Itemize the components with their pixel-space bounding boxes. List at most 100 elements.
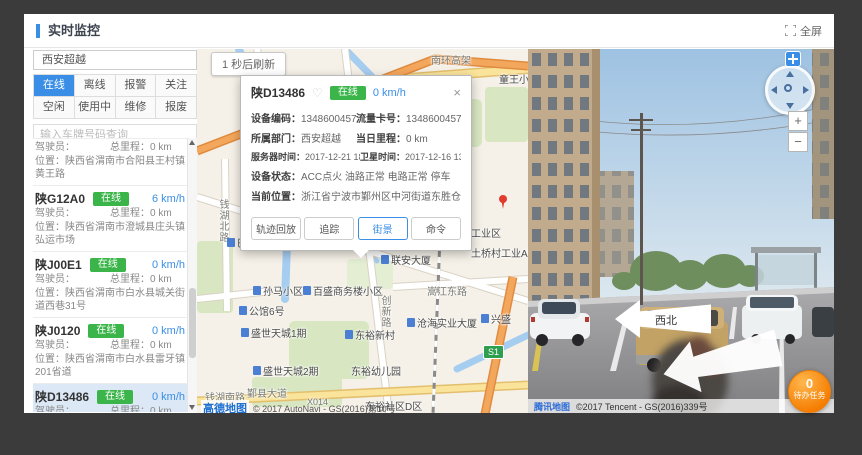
scrollbar-thumb[interactable] [189, 288, 196, 358]
map-label: 盛世天城1期 [241, 325, 307, 340]
building-icon [345, 330, 353, 339]
popup-status-badge: 在线 [330, 86, 366, 100]
zoom-out-button[interactable]: − [788, 132, 808, 152]
dark-car [812, 307, 834, 337]
org-select[interactable]: 西安超越 [33, 50, 197, 70]
tab-online[interactable]: 在线 [34, 75, 75, 97]
compass-control[interactable] [765, 65, 815, 115]
vehicle-list-item[interactable]: 陕G12A0 在线 6 km/h 驾驶员： 总里程：0 km 位置：陕西省渭南市… [33, 186, 197, 252]
vehicle-speed: 0 km/h [152, 259, 185, 271]
field-value: 2017-12-21 18:26:11 [305, 152, 360, 162]
favorite-heart-icon[interactable]: ♡ [312, 86, 323, 100]
status-badge: 在线 [90, 258, 126, 272]
scroll-up-icon[interactable] [189, 140, 195, 145]
field-key: 所属部门： [251, 134, 301, 145]
tab-alarm[interactable]: 报警 [116, 75, 157, 97]
vehicle-list-item[interactable]: 驾驶员： 总里程：0 km 位置：陕西省渭南市合阳县王村镇黄王路 [33, 139, 197, 186]
building-icon [253, 366, 261, 375]
vehicle-plate: 陕J0120 [35, 322, 80, 339]
location-label: 位置： [35, 222, 65, 233]
vehicle-speed: 6 km/h [152, 193, 185, 205]
map-label: 孙马小区 [253, 283, 303, 298]
tab-idle[interactable]: 空闲 [34, 97, 75, 119]
driver-label: 驾驶员： [35, 208, 75, 219]
status-badge: 在线 [93, 192, 129, 206]
pan-down-icon[interactable] [786, 103, 794, 109]
field-key: 服务器时间： [251, 152, 305, 162]
list-scrollbar[interactable] [187, 138, 197, 412]
mileage-label: 总里程： [110, 340, 150, 351]
status-badge: 在线 [97, 390, 133, 404]
mileage-label: 总里程： [110, 142, 150, 153]
compass-center-icon[interactable] [784, 84, 792, 92]
tab-scrapped[interactable]: 报废 [156, 97, 197, 119]
zoom-in-button[interactable]: + [788, 111, 808, 131]
pan-right-icon[interactable] [803, 86, 809, 94]
map-label: 东裕新村 [345, 327, 395, 342]
map-label: 联安大厦 [381, 252, 431, 267]
mileage-label: 总里程： [110, 274, 150, 285]
popup-plate: 陕D13486 [251, 84, 305, 101]
map-attribution: 高德地图 © 2017 AutoNavi - GS(2016)第10号 [201, 400, 396, 413]
status-badge: 在线 [88, 324, 124, 338]
pending-tasks-count: 0 [789, 377, 830, 391]
pan-mode-button[interactable] [785, 51, 801, 67]
tab-offline[interactable]: 离线 [75, 75, 116, 97]
building-icon [241, 328, 249, 337]
trace-button[interactable]: 追踪 [304, 217, 354, 240]
scroll-down-icon[interactable] [189, 405, 195, 410]
vehicle-sidebar: 西安超越 在线 离线 报警 关注 空闲 使用中 维修 报废 驾驶员： 总里程：0… [33, 50, 197, 412]
building-icon [381, 255, 389, 264]
app-window: 实时监控 全屏 西安超越 在线 离线 报警 关注 空闲 使用中 维修 报废 [24, 14, 834, 413]
pan-left-icon[interactable] [771, 86, 777, 94]
mileage-value: 0 km [150, 142, 172, 153]
map-label: 公馆6号 [239, 303, 285, 318]
pan-up-icon[interactable] [786, 71, 794, 77]
streetview-copyright: ©2017 Tencent - GS(2016)339号 [576, 400, 708, 413]
vehicle-list: 驾驶员： 总里程：0 km 位置：陕西省渭南市合阳县王村镇黄王路 陕G12A0 … [33, 138, 197, 412]
map-label: 百盛商务楼小区 [303, 283, 383, 298]
streetview-panel[interactable]: 西北 + − 腾讯地图 ©2017 Tencent - GS(2016)339号 [528, 49, 834, 413]
fullscreen-button[interactable]: 全屏 [785, 23, 822, 39]
content-area: 西安超越 在线 离线 报警 关注 空闲 使用中 维修 报废 驾驶员： 总里程：0… [24, 49, 834, 413]
refresh-countdown-button[interactable]: 1 秒后刷新 [211, 52, 286, 76]
building-icon [481, 314, 489, 323]
popup-speed: 0 km/h [373, 87, 406, 99]
building-icon [253, 286, 261, 295]
map-label: 童王小区东苑 [499, 71, 528, 86]
pending-tasks-label: 待办任务 [789, 391, 830, 401]
streetview-button[interactable]: 街景 [358, 217, 408, 240]
fullscreen-label: 全屏 [800, 23, 822, 39]
mileage-value: 0 km [150, 406, 172, 412]
command-button[interactable]: 命令 [411, 217, 461, 240]
location-label: 位置： [35, 354, 65, 365]
vehicle-plate: 陕D13486 [35, 388, 89, 405]
mileage-value: 0 km [150, 340, 172, 351]
field-value: 2017-12-16 13:42:06 [405, 152, 461, 162]
close-icon[interactable]: × [453, 87, 461, 99]
field-key: 当日里程： [356, 134, 406, 145]
fullscreen-icon [785, 25, 796, 36]
pending-tasks-badge[interactable]: 0 待办任务 [788, 370, 831, 413]
map-label: 兴盛 [481, 311, 511, 326]
building-icon [239, 306, 247, 315]
vehicle-plate: 陕J00E1 [35, 256, 82, 273]
tab-inuse[interactable]: 使用中 [75, 97, 116, 119]
vehicle-list-item[interactable]: 陕J00E1 在线 0 km/h 驾驶员： 总里程：0 km 位置：陕西省渭南市… [33, 252, 197, 318]
track-playback-button[interactable]: 轨迹回放 [251, 217, 301, 240]
page-title: 实时监控 [36, 24, 100, 38]
tab-follow[interactable]: 关注 [156, 75, 197, 97]
vehicle-list-item[interactable]: 陕J0120 在线 0 km/h 驾驶员： 总里程：0 km 位置：陕西省渭南市… [33, 318, 197, 384]
map-panel[interactable]: 南环高架 童王小区东苑 文 东湖花园 钱湖北路 巴丽新地 孙马小区 百盛商务楼小… [197, 49, 528, 413]
field-value: 13486004573 [406, 114, 461, 125]
vehicle-list-item-selected[interactable]: 陕D13486 在线 0 km/h 驾驶员： 总里程：0 km 位置：浙江省宁波… [33, 384, 197, 412]
mileage-value: 0 km [150, 274, 172, 285]
map-label: 鄞县大道 [247, 385, 287, 400]
map-label: 盛世天城2期 [253, 363, 319, 378]
map-label: 创新路 [377, 295, 392, 328]
tab-repair[interactable]: 维修 [116, 97, 157, 119]
mileage-label: 总里程： [110, 406, 150, 412]
field-key: 当前位置： [251, 192, 301, 203]
map-label: 嵩江东路 [427, 283, 467, 298]
vehicle-plate: 陕G12A0 [35, 190, 85, 207]
